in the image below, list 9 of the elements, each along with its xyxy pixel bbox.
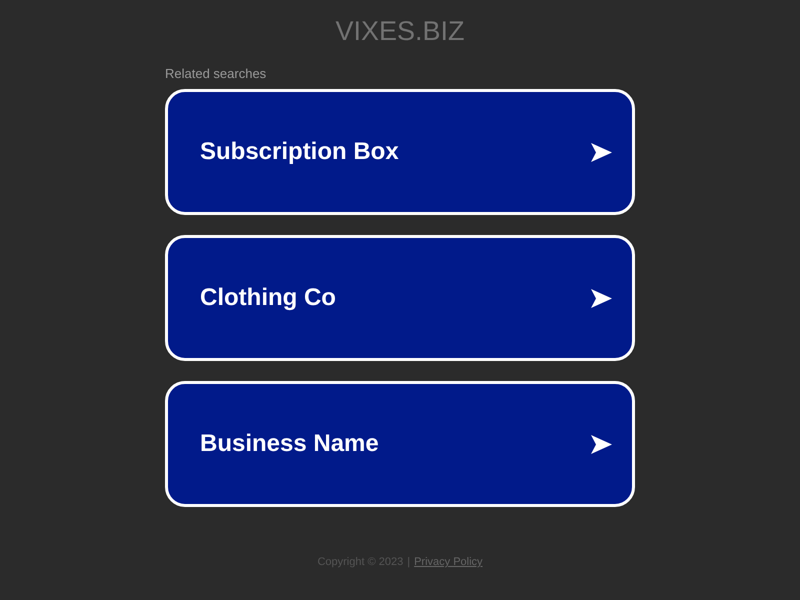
arrow-icon [591,288,612,308]
arrow-icon [591,142,612,162]
search-link[interactable]: Business Name [165,381,635,507]
search-link[interactable]: Subscription Box [165,89,635,215]
arrow-icon [591,434,612,454]
related-searches-label: Related searches [165,66,266,82]
footer-separator: | [407,555,410,569]
search-link[interactable]: Clothing Co [165,235,635,361]
site-title: VIXES.BIZ [335,16,465,46]
